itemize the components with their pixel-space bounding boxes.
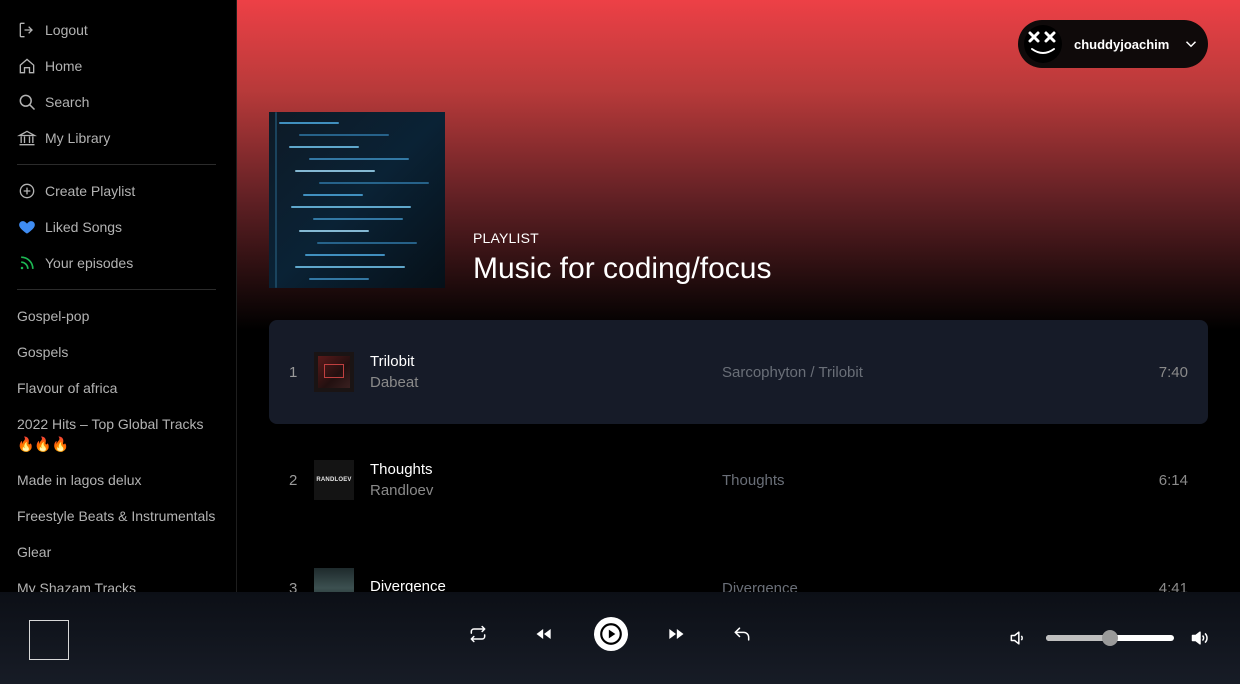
playback-controls <box>460 616 790 652</box>
volume-slider-knob[interactable] <box>1102 630 1118 646</box>
track-info: Trilobit Dabeat <box>370 353 722 391</box>
track-duration: 4:41 <box>1158 579 1188 593</box>
sidebar-item-label: Logout <box>45 22 88 38</box>
track-art <box>314 568 354 592</box>
volume-up-icon[interactable] <box>1190 628 1210 648</box>
sidebar-item-label: My Library <box>45 130 111 146</box>
plus-circle-icon <box>19 183 35 199</box>
sidebar-playlist-item[interactable]: Gospels <box>17 334 224 370</box>
logout-icon <box>19 22 33 38</box>
sidebar-divider <box>17 164 216 165</box>
sidebar-actions: Create Playlist Liked Songs Your episode… <box>0 173 236 281</box>
rewind-icon <box>536 629 551 639</box>
sidebar-playlist-item[interactable]: Freestyle Beats & Instrumentals <box>17 498 224 534</box>
track-album[interactable]: Divergence <box>722 580 1159 593</box>
create-playlist-button[interactable]: Create Playlist <box>17 173 236 209</box>
play-icon <box>600 623 622 645</box>
track-number: 2 <box>289 471 298 489</box>
track-album[interactable]: Sarcophyton / Trilobit <box>722 364 1159 381</box>
heart-icon <box>19 221 35 234</box>
track-art: RANDLOEV <box>314 460 354 500</box>
main-content: chuddyjoachim PLAYLIST Music for coding/… <box>237 0 1240 592</box>
track-info: Thoughts Randloev <box>370 461 722 499</box>
playlist-type: PLAYLIST <box>473 230 539 246</box>
fast-forward-icon <box>669 629 684 639</box>
sidebar-item-search[interactable]: Search <box>17 84 236 120</box>
user-name: chuddyjoachim <box>1074 36 1170 52</box>
now-playing-art <box>29 620 69 660</box>
track-album[interactable]: Thoughts <box>722 472 1159 489</box>
sidebar-playlist-item[interactable]: 2022 Hits – Top Global Tracks 🔥🔥🔥 <box>17 406 224 462</box>
chevron-down-icon <box>1185 41 1197 48</box>
track-title: Thoughts <box>370 461 433 478</box>
sidebar: Logout Home Search My Library Create Pla… <box>0 0 237 592</box>
sidebar-playlist-item[interactable]: My Shazam Tracks <box>17 570 224 592</box>
sidebar-item-library[interactable]: My Library <box>17 120 236 156</box>
volume-down-icon[interactable] <box>1008 628 1028 648</box>
sidebar-item-label: Search <box>45 94 90 110</box>
volume-slider[interactable] <box>1046 630 1174 646</box>
sidebar-item-label: Liked Songs <box>45 219 123 235</box>
track-title: Trilobit <box>370 353 415 370</box>
track-art-text: RANDLOEV <box>316 477 352 483</box>
track-artist[interactable]: Dabeat <box>370 374 722 391</box>
track-list: 1 Trilobit Dabeat Sarcophyton / Trilobit… <box>269 320 1208 592</box>
player-bar <box>0 592 1240 684</box>
playlist-cover <box>269 112 445 288</box>
next-button[interactable] <box>658 616 694 652</box>
playlist-header-text: PLAYLIST Music for coding/focus <box>473 230 771 288</box>
track-row[interactable]: 2 RANDLOEV Thoughts Randloev Thoughts 6:… <box>269 428 1208 532</box>
rss-icon <box>20 256 34 270</box>
sidebar-item-logout[interactable]: Logout <box>17 12 236 48</box>
user-menu-button[interactable]: chuddyjoachim <box>1018 20 1208 68</box>
sidebar-playlist-item[interactable]: Made in lagos delux <box>17 462 224 498</box>
back-button[interactable] <box>724 616 760 652</box>
sidebar-divider <box>17 289 216 290</box>
sidebar-playlist-item[interactable]: Gospel-pop <box>17 298 224 334</box>
track-title: Divergence <box>370 577 446 593</box>
sidebar-item-label: Create Playlist <box>45 183 136 199</box>
track-duration: 6:14 <box>1158 471 1188 489</box>
track-row[interactable]: 1 Trilobit Dabeat Sarcophyton / Trilobit… <box>269 320 1208 424</box>
previous-button[interactable] <box>526 616 562 652</box>
track-artist[interactable]: Randloev <box>370 482 722 499</box>
track-info: Divergence <box>370 578 722 593</box>
repeat-button[interactable] <box>460 616 496 652</box>
sidebar-nav: Logout Home Search My Library <box>0 0 236 156</box>
playlist-header: PLAYLIST Music for coding/focus <box>269 112 771 288</box>
track-duration: 7:40 <box>1158 363 1188 381</box>
sidebar-item-label: Home <box>45 58 83 74</box>
sidebar-playlists: Gospel-pop Gospels Flavour of africa 202… <box>0 298 236 592</box>
page-title: Music for coding/focus <box>473 252 772 285</box>
repeat-icon <box>470 625 486 643</box>
play-button[interactable] <box>594 617 628 651</box>
track-number: 1 <box>289 363 298 381</box>
volume-control <box>1008 628 1210 648</box>
avatar-icon <box>1028 31 1056 54</box>
sidebar-item-episodes[interactable]: Your episodes <box>17 245 236 281</box>
library-icon <box>17 130 37 146</box>
sidebar-item-home[interactable]: Home <box>17 48 236 84</box>
track-row[interactable]: 3 Divergence Divergence 4:41 <box>269 536 1208 592</box>
sidebar-item-label: Your episodes <box>45 255 134 271</box>
sidebar-playlist-item[interactable]: Flavour of africa <box>17 370 224 406</box>
undo-icon <box>734 627 750 641</box>
avatar <box>1024 25 1062 63</box>
sidebar-playlist-item[interactable]: Glear <box>17 534 224 570</box>
volume-slider-fill <box>1046 635 1110 641</box>
track-number: 3 <box>289 579 298 593</box>
track-art <box>314 352 354 392</box>
sidebar-item-liked-songs[interactable]: Liked Songs <box>17 209 236 245</box>
search-icon <box>19 94 36 111</box>
home-icon <box>19 58 35 74</box>
